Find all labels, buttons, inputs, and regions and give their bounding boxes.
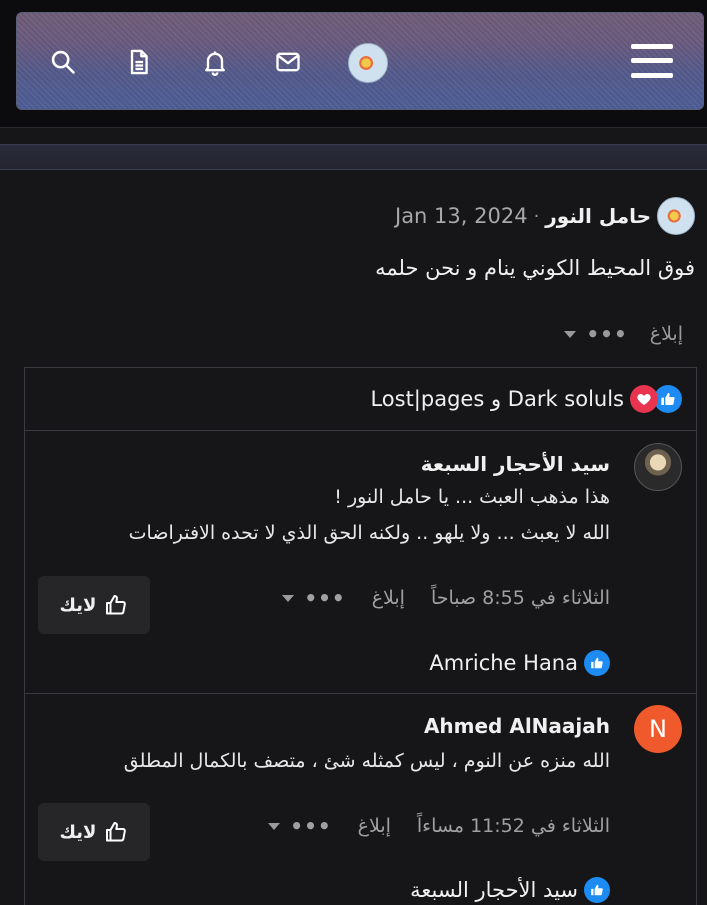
love-reaction-icon (630, 385, 658, 413)
comment-text-line: الله منزه عن النوم ، ليس كمثله شئ ، متصف… (123, 750, 610, 772)
report-link[interactable]: إبلاغ (358, 815, 391, 837)
like-button[interactable]: لايك (38, 803, 150, 861)
top-bar (0, 0, 707, 128)
like-reaction-icon (584, 877, 610, 903)
more-options-button[interactable]: ••• (564, 322, 627, 346)
likers-text[interactable]: Amriche Hana (429, 651, 578, 675)
comment-likers[interactable]: Amriche Hana (429, 650, 610, 676)
chevron-down-icon (282, 594, 295, 602)
bell-icon[interactable] (195, 42, 235, 82)
comment-time[interactable]: الثلاثاء في 11:52 مساءاً (417, 815, 610, 837)
mail-icon[interactable] (268, 42, 308, 82)
more-icon: ••• (586, 322, 628, 346)
comment: N Ahmed AlNaajah الله منزه عن النوم ، لي… (25, 694, 696, 905)
post-author[interactable]: حامل النور (545, 204, 651, 228)
chevron-down-icon (564, 330, 577, 338)
comment-meta: الثلاثاء في 8:55 صباحاً إبلاغ ••• (282, 586, 610, 610)
post-author-avatar[interactable] (657, 197, 695, 235)
thumbs-up-icon (106, 822, 127, 842)
comment-author[interactable]: Ahmed AlNaajah (424, 714, 610, 738)
likers-text[interactable]: سيد الأحجار السبعة (410, 878, 578, 902)
comment-meta: الثلاثاء في 11:52 مساءاً إبلاغ ••• (268, 814, 610, 838)
comment-text-line: الله لا يعبث ... ولا يلهو .. ولكنه الحق … (128, 522, 610, 544)
comments-section: Dark soluls و Lost|pages سيد الأحجار الس… (24, 367, 697, 905)
like-label: لايك (59, 594, 97, 616)
chevron-down-icon (268, 822, 281, 830)
comment: سيد الأحجار السبعة هذا مذهب العبث ... يا… (25, 432, 696, 692)
like-reaction-icon (654, 385, 682, 413)
post-date[interactable]: Jan 13, 2024 (395, 204, 528, 228)
more-icon: ••• (290, 814, 332, 838)
reaction-icons (630, 385, 682, 413)
separator: · (533, 205, 540, 227)
sub-navigation-bar (0, 144, 707, 170)
reactions-summary[interactable]: Dark soluls و Lost|pages (25, 368, 696, 431)
like-button[interactable]: لايك (38, 576, 150, 634)
comment-likers[interactable]: سيد الأحجار السبعة (410, 877, 610, 903)
like-label: لايك (59, 821, 97, 843)
thumbs-up-icon (106, 595, 127, 615)
comment-text-line: هذا مذهب العبث ... يا حامل النور ! (334, 486, 610, 508)
comment-author-avatar[interactable] (634, 443, 682, 491)
report-link[interactable]: إبلاغ (650, 323, 683, 345)
like-reaction-icon (584, 650, 610, 676)
more-options-button[interactable]: ••• (268, 814, 331, 838)
report-link[interactable]: إبلاغ (372, 587, 405, 609)
reactions-text[interactable]: Dark soluls و Lost|pages (370, 387, 624, 411)
search-icon[interactable] (43, 42, 83, 82)
more-icon: ••• (304, 586, 346, 610)
menu-icon[interactable] (631, 42, 673, 80)
post-actions: إبلاغ ••• (564, 320, 683, 348)
header-banner (16, 12, 704, 110)
user-avatar[interactable] (348, 43, 388, 83)
more-options-button[interactable]: ••• (282, 586, 345, 610)
comment-author[interactable]: سيد الأحجار السبعة (421, 452, 610, 476)
document-icon[interactable] (119, 42, 159, 82)
post-header: حامل النور · Jan 13, 2024 (395, 196, 695, 236)
comment-time[interactable]: الثلاثاء في 8:55 صباحاً (431, 587, 610, 609)
comment-author-avatar[interactable]: N (634, 705, 682, 753)
post-body: فوق المحيط الكوني ينام و نحن حلمه (375, 256, 695, 280)
